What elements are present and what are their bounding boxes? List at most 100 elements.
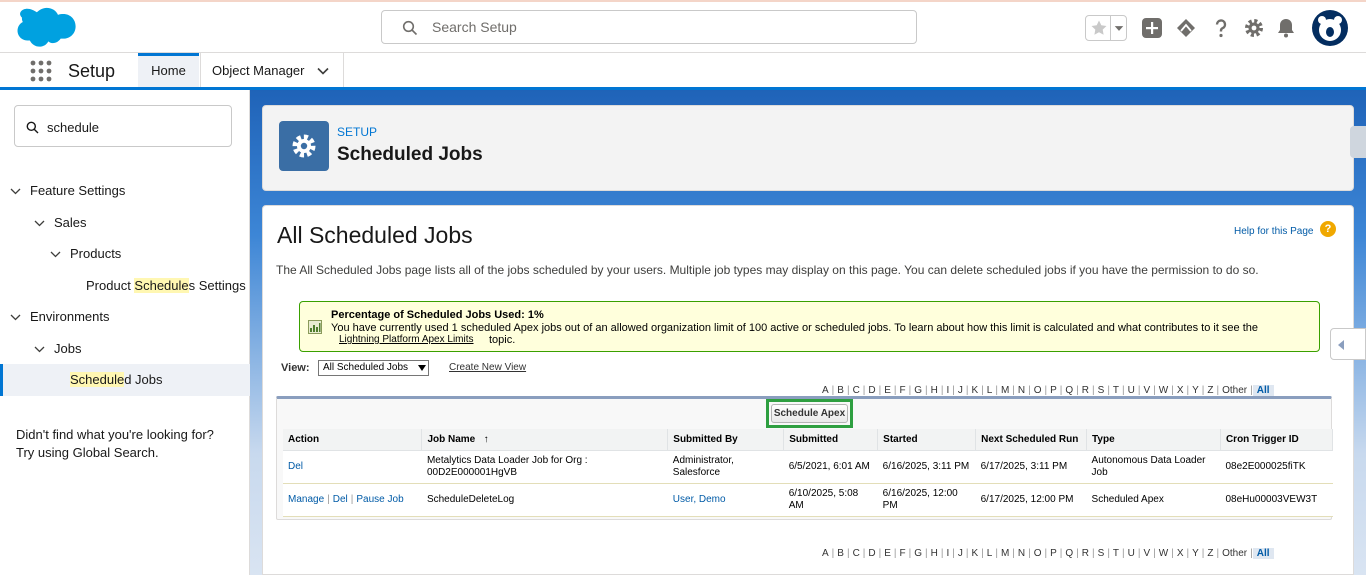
bell-icon[interactable]: [1275, 17, 1297, 39]
chevron-down-icon[interactable]: [10, 312, 21, 323]
alphabet-filter-g[interactable]: G: [911, 548, 925, 559]
alphabet-filter-e[interactable]: E: [881, 548, 894, 559]
help-for-page-link[interactable]: Help for this Page: [1234, 226, 1314, 237]
alphabet-filter-s[interactable]: S: [1095, 385, 1108, 396]
alphabet-filter-m[interactable]: M: [998, 385, 1012, 396]
alphabet-filter-i[interactable]: I: [943, 385, 952, 396]
alphabet-filter-o[interactable]: O: [1031, 385, 1045, 396]
chevron-down-icon[interactable]: [50, 249, 61, 260]
alphabet-filter-b[interactable]: B: [834, 385, 847, 396]
del-link[interactable]: Del: [288, 461, 303, 472]
alphabet-filter-h[interactable]: H: [928, 548, 941, 559]
alphabet-filter-s[interactable]: S: [1095, 548, 1108, 559]
alphabet-filter-i[interactable]: I: [943, 548, 952, 559]
manage-link[interactable]: Manage: [288, 494, 324, 505]
alphabet-filter-u[interactable]: U: [1125, 548, 1138, 559]
quick-find-input[interactable]: [47, 118, 217, 136]
chevron-down-icon[interactable]: [34, 344, 45, 355]
help-icon[interactable]: [1210, 17, 1232, 39]
col-submitted[interactable]: Submitted: [783, 429, 879, 451]
alphabet-filter-r[interactable]: R: [1079, 385, 1092, 396]
alphabet-filter-w[interactable]: W: [1156, 385, 1171, 396]
tree-item-scheduled-jobs[interactable]: Scheduled Jobs: [0, 364, 250, 396]
chevron-down-icon[interactable]: [34, 218, 45, 229]
alphabet-filter-b[interactable]: B: [834, 548, 847, 559]
alphabet-filter-f[interactable]: F: [897, 548, 909, 559]
alphabet-filter-l[interactable]: L: [984, 548, 996, 559]
alphabet-filter-l[interactable]: L: [984, 385, 996, 396]
alphabet-filter-r[interactable]: R: [1079, 548, 1092, 559]
alphabet-filter-d[interactable]: D: [865, 385, 878, 396]
view-select[interactable]: All Scheduled Jobs: [318, 360, 429, 376]
salesforce-logo[interactable]: [14, 7, 76, 49]
avatar[interactable]: [1312, 10, 1348, 46]
alphabet-filter-k[interactable]: K: [968, 548, 981, 559]
alphabet-filter-w[interactable]: W: [1156, 548, 1171, 559]
tab-home[interactable]: Home: [138, 53, 199, 87]
col-type[interactable]: Type: [1086, 429, 1221, 451]
alphabet-filter-k[interactable]: K: [968, 385, 981, 396]
alphabet-filter-n[interactable]: N: [1015, 385, 1028, 396]
panel-expand-tab[interactable]: [1330, 328, 1366, 360]
alphabet-filter-z[interactable]: Z: [1204, 548, 1216, 559]
alphabet-filter-c[interactable]: C: [850, 548, 863, 559]
alphabet-filter-h[interactable]: H: [928, 385, 941, 396]
alphabet-filter-t[interactable]: T: [1110, 385, 1122, 396]
tree-item-product-schedules-settings[interactable]: Product Schedules Settings: [86, 271, 246, 301]
schedule-apex-button[interactable]: Schedule Apex: [771, 404, 848, 423]
col-cron-id[interactable]: Cron Trigger ID: [1220, 429, 1334, 451]
alphabet-filter-g[interactable]: G: [911, 385, 925, 396]
global-search-input[interactable]: [432, 17, 902, 37]
alphabet-filter-z[interactable]: Z: [1204, 385, 1216, 396]
alphabet-filter-q[interactable]: Q: [1062, 548, 1076, 559]
alphabet-filter-p[interactable]: P: [1047, 548, 1060, 559]
chevron-down-icon[interactable]: [10, 186, 21, 197]
alphabet-filter-a[interactable]: A: [819, 385, 832, 396]
alphabet-filter-t[interactable]: T: [1110, 548, 1122, 559]
pause-job-link[interactable]: Pause Job: [356, 494, 403, 505]
alphabet-filter-x[interactable]: X: [1174, 548, 1187, 559]
alphabet-filter-v[interactable]: V: [1140, 548, 1153, 559]
favorites-button[interactable]: [1085, 15, 1127, 41]
question-icon[interactable]: ?: [1320, 221, 1336, 237]
alphabet-filter-j[interactable]: J: [955, 385, 966, 396]
tab-object-manager[interactable]: Object Manager: [200, 53, 344, 87]
alphabet-filter-u[interactable]: U: [1125, 385, 1138, 396]
create-new-view-link[interactable]: Create New View: [449, 362, 526, 373]
alphabet-filter-j[interactable]: J: [955, 548, 966, 559]
chevron-down-icon[interactable]: [1110, 16, 1127, 40]
submitted-by-link[interactable]: User, Demo: [673, 494, 726, 505]
alphabet-filter-c[interactable]: C: [850, 385, 863, 396]
alphabet-filter-m[interactable]: M: [998, 548, 1012, 559]
col-submitted-by[interactable]: Submitted By: [667, 429, 785, 451]
alphabet-filter-p[interactable]: P: [1047, 385, 1060, 396]
col-job-name[interactable]: Job Name ↑: [421, 429, 669, 451]
alphabet-filter-o[interactable]: O: [1031, 548, 1045, 559]
apex-limits-link[interactable]: Lightning Platform Apex Limits: [339, 334, 474, 345]
alphabet-filter-v[interactable]: V: [1140, 385, 1153, 396]
app-launcher-icon[interactable]: [30, 60, 52, 82]
gear-icon[interactable]: [1243, 17, 1265, 39]
alphabet-filter-n[interactable]: N: [1015, 548, 1028, 559]
alphabet-filter-other[interactable]: Other: [1219, 548, 1250, 559]
alphabet-filter-y[interactable]: Y: [1189, 385, 1202, 396]
alphabet-filter-x[interactable]: X: [1174, 385, 1187, 396]
alphabet-filter-all[interactable]: All: [1252, 385, 1274, 396]
alphabet-filter-other[interactable]: Other: [1219, 385, 1250, 396]
global-search-box[interactable]: [381, 10, 917, 44]
alphabet-filter-a[interactable]: A: [819, 548, 832, 559]
col-started[interactable]: Started: [877, 429, 977, 451]
alphabet-filter-d[interactable]: D: [865, 548, 878, 559]
quick-find-box[interactable]: [14, 105, 232, 147]
alphabet-filter-q[interactable]: Q: [1062, 385, 1076, 396]
alphabet-filter-all[interactable]: All: [1252, 548, 1274, 559]
chevron-down-icon[interactable]: [316, 64, 330, 78]
alphabet-filter-e[interactable]: E: [881, 385, 894, 396]
plus-icon[interactable]: [1141, 17, 1163, 39]
panel-collapse-tab[interactable]: [1350, 126, 1366, 158]
del-link[interactable]: Del: [333, 494, 348, 505]
trailhead-icon[interactable]: [1175, 17, 1197, 39]
col-next-run[interactable]: Next Scheduled Run: [975, 429, 1088, 451]
alphabet-filter-f[interactable]: F: [897, 385, 909, 396]
alphabet-filter-y[interactable]: Y: [1189, 548, 1202, 559]
